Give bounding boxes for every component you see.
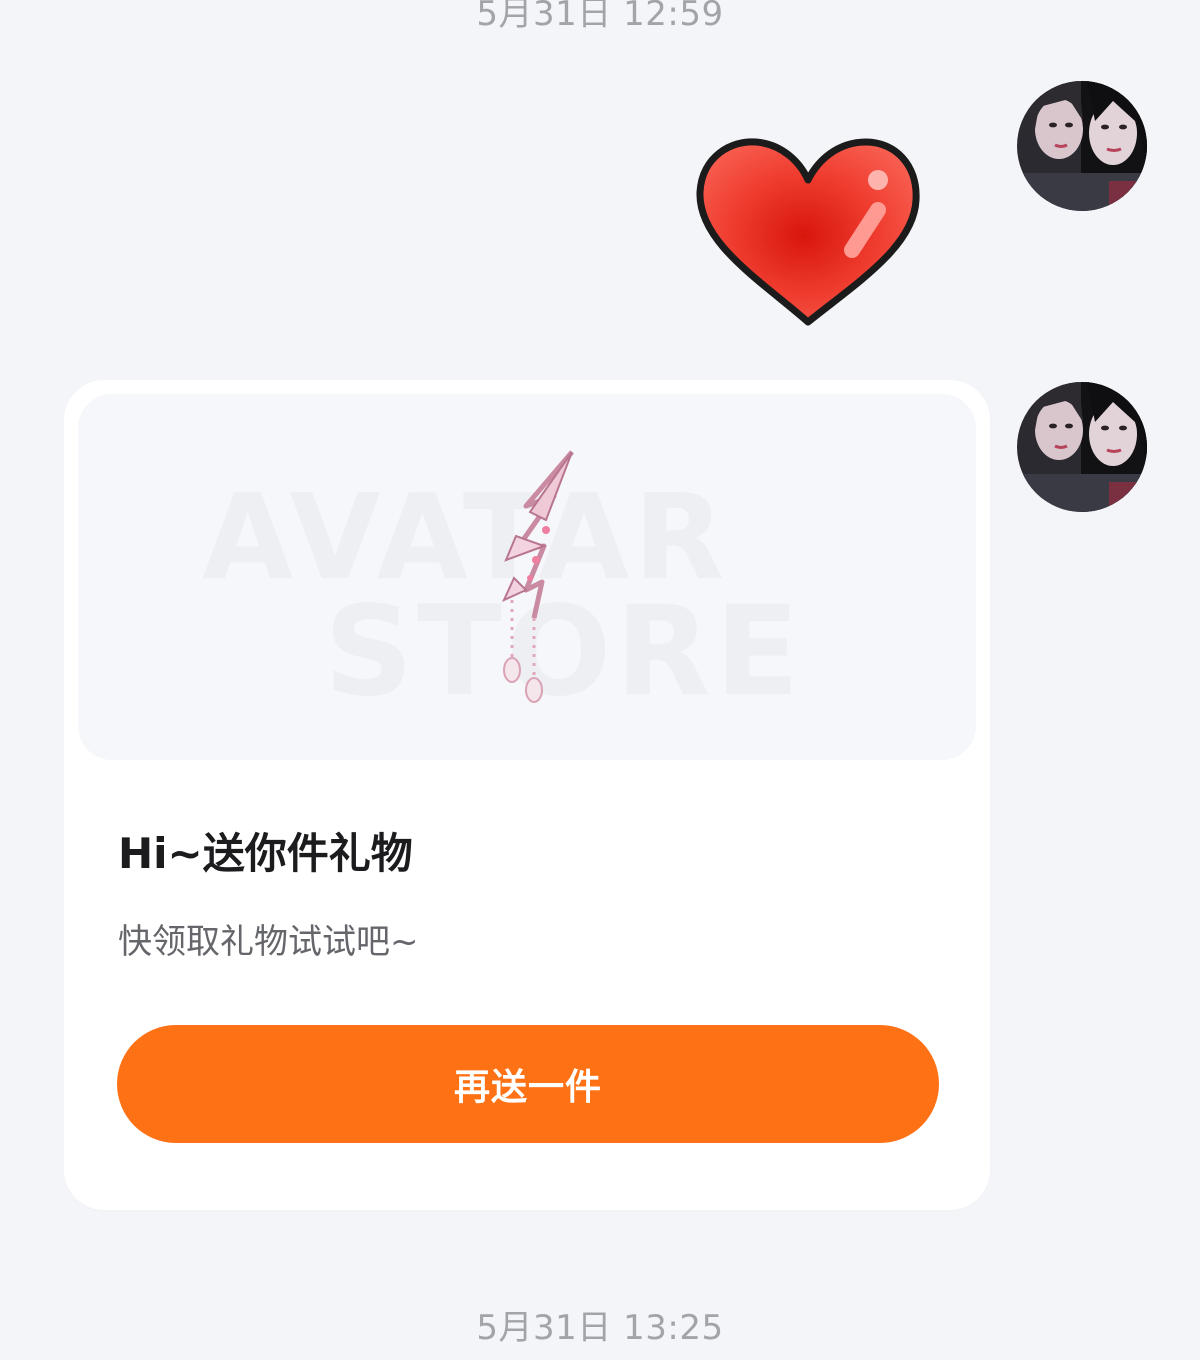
hairpin-icon (501, 450, 574, 703)
gift-title: Hi~送你件礼物 (118, 829, 413, 878)
timestamp: 5月31日 12:59 (476, 0, 724, 34)
watermark-text: AVATAR (202, 468, 729, 606)
gift-preview: AVATAR STORE (78, 394, 976, 760)
gift-card[interactable]: AVATAR STORE Hi~送你件礼物 快领取礼物试试吧~ 再送一件 (64, 380, 990, 1210)
timestamp: 5月31日 13:25 (476, 1308, 724, 1348)
avatar-photo (1017, 81, 1147, 211)
avatar[interactable] (1017, 382, 1147, 512)
avatar[interactable] (1017, 81, 1147, 211)
heart-icon (696, 138, 920, 326)
avatar-photo (1017, 382, 1147, 512)
gift-subtitle: 快领取礼物试试吧~ (118, 922, 419, 962)
send-again-button[interactable]: 再送一件 (117, 1025, 939, 1143)
